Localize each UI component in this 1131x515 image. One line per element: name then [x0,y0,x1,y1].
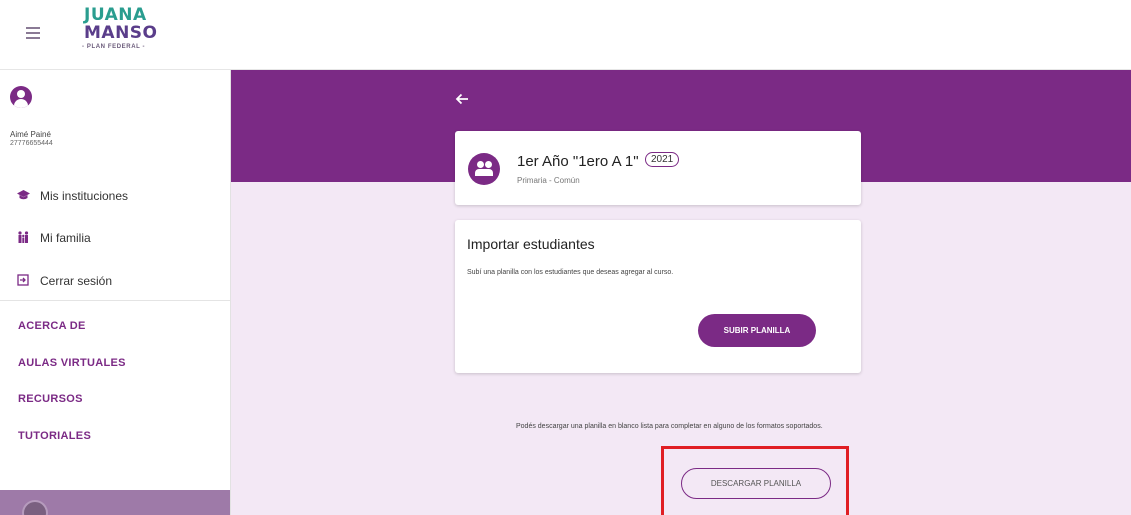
back-arrow-icon[interactable] [455,92,473,110]
import-card: Importar estudiantes Subí una planilla c… [455,220,861,373]
course-card: 1er Año "1ero A 1" 2021 Primaria - Común [455,131,861,205]
user-id: 27776655444 [10,140,53,147]
link-acerca-de[interactable]: ACERCA DE [18,320,86,332]
year-chip: 2021 [645,152,680,167]
logout-icon [17,274,29,286]
sidebar-item-mis-instituciones[interactable]: Mis instituciones [0,182,230,210]
course-title: 1er Año "1ero A 1" [517,153,639,170]
link-tutoriales[interactable]: TUTORIALES [18,430,91,442]
link-aulas-virtuales[interactable]: AULAS VIRTUALES [18,357,126,369]
import-title: Importar estudiantes [467,236,595,252]
family-icon [17,231,29,243]
footer-seal-icon [22,500,48,515]
sidebar-item-cerrar-sesion[interactable]: Cerrar sesión [0,267,230,295]
top-bar: JUANA MANSO - PLAN FEDERAL - [0,0,1131,70]
download-note: Podés descargar una planilla en blanco l… [516,423,823,430]
user-avatar-icon [10,86,32,108]
sidebar-divider [0,300,230,301]
logo-line2: MANSO [84,23,158,43]
link-recursos[interactable]: RECURSOS [18,393,83,405]
upload-spreadsheet-button[interactable]: SUBIR PLANILLA [698,314,816,347]
course-subtitle: Primaria - Común [517,176,580,185]
menu-icon[interactable] [26,27,40,39]
import-description: Subí una planilla con los estudiantes qu… [467,269,674,276]
graduation-cap-icon [17,189,30,201]
juana-manso-logo[interactable]: JUANA MANSO - PLAN FEDERAL - [70,6,160,64]
sidebar-footer [0,490,230,515]
main-content: 1er Año "1ero A 1" 2021 Primaria - Común… [231,70,1131,515]
sidebar-item-label: Mi familia [40,231,91,245]
sidebar: Aimé Painé 27776655444 Mis instituciones… [0,70,231,515]
group-icon [468,153,500,185]
sidebar-item-mi-familia[interactable]: Mi familia [0,224,230,252]
download-spreadsheet-button[interactable]: DESCARGAR PLANILLA [681,468,831,499]
user-name: Aimé Painé [10,130,51,139]
sidebar-item-label: Cerrar sesión [40,274,113,288]
logo-subtitle: - PLAN FEDERAL - [82,44,146,50]
logo-line1: JUANA [84,5,147,25]
sidebar-item-label: Mis instituciones [40,189,129,203]
